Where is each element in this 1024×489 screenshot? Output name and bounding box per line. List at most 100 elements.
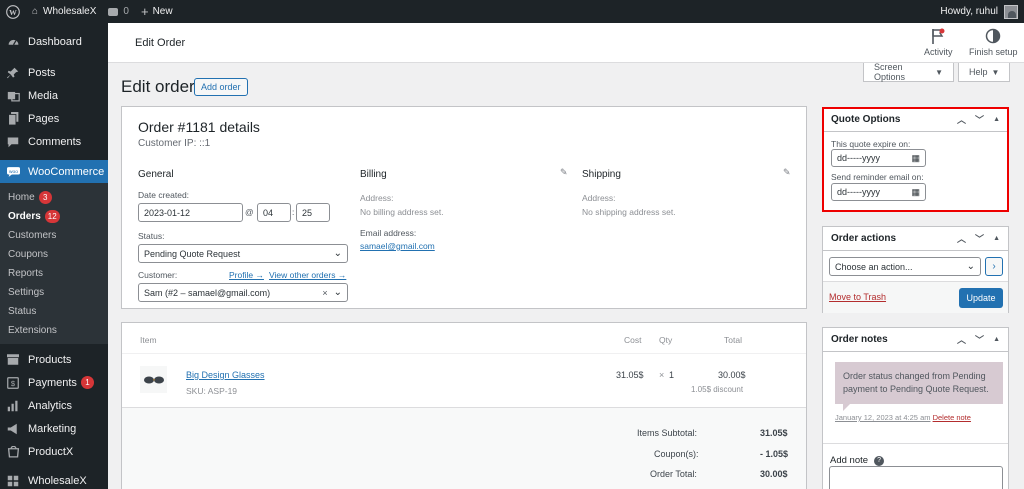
coupons-value: - 1.05$ xyxy=(760,449,789,459)
sidebar-item-label: Marketing xyxy=(28,422,77,435)
order-action-select[interactable]: Choose an action... ⌄ xyxy=(829,257,981,276)
minute-input[interactable]: 25 xyxy=(296,203,330,222)
toggle-panel-icon[interactable]: ▲ xyxy=(993,235,1000,242)
profile-link[interactable]: Profile → xyxy=(229,270,264,280)
calendar-icon[interactable]: ▦ xyxy=(911,153,920,164)
order-note: Order status changed from Pending paymen… xyxy=(835,362,1003,422)
order-total-label: Order Total: xyxy=(650,469,697,479)
admin-bar: W ⌂ WholesaleX 0 + New Howdy, ruhul xyxy=(0,0,1024,23)
media-icon xyxy=(6,89,20,103)
expire-date-input[interactable]: dd-----yyyy ▦ xyxy=(831,149,926,167)
order-items-panel: Item Cost Qty Total Big Design Glasses S… xyxy=(121,322,807,489)
sidebar-subitem-status[interactable]: Status xyxy=(0,302,108,321)
toggle-panel-icon[interactable]: ▲ xyxy=(993,336,1000,343)
items-subtotal-value: 31.05$ xyxy=(760,428,788,438)
site-name-link[interactable]: ⌂ WholesaleX xyxy=(26,0,102,23)
edit-shipping-pencil-icon[interactable]: ✎ xyxy=(783,167,791,178)
chevron-down-icon[interactable]: ﹀ xyxy=(975,232,984,245)
chevron-down-icon[interactable]: ﹀ xyxy=(975,113,984,126)
order-total-value: 30.00$ xyxy=(760,469,788,479)
status-label: Status: xyxy=(138,231,165,241)
sidebar-subitem-extensions[interactable]: Extensions xyxy=(0,321,108,340)
chevron-up-icon[interactable]: ︿ xyxy=(957,333,966,346)
chevron-down-icon[interactable]: ﹀ xyxy=(975,333,984,346)
sidebar-subitem-reports[interactable]: Reports xyxy=(0,264,108,283)
new-content-link[interactable]: + New xyxy=(135,0,179,23)
apply-action-button[interactable]: › xyxy=(985,257,1003,276)
quote-options-title: Quote Options xyxy=(831,114,901,125)
at-separator: @ xyxy=(245,207,254,217)
flag-icon xyxy=(932,28,945,44)
home-icon: ⌂ xyxy=(32,6,39,17)
sidebar-subitem-coupons[interactable]: Coupons xyxy=(0,245,108,264)
status-select[interactable]: Pending Quote Request ⌄ xyxy=(138,244,348,263)
screen-options-button[interactable]: Screen Options ▼ xyxy=(863,62,954,82)
date-created-input[interactable]: 2023-01-12 xyxy=(138,203,243,222)
finish-setup-label: Finish setup xyxy=(969,47,1018,57)
comments-link[interactable]: 0 xyxy=(102,0,135,23)
expire-date-placeholder: dd-----yyyy xyxy=(837,153,880,163)
reminder-date-input[interactable]: dd-----yyyy ▦ xyxy=(831,183,926,201)
status-select-value: Pending Quote Request xyxy=(144,248,241,259)
order-totals: Items Subtotal: 31.05$ Coupon(s): - 1.05… xyxy=(122,407,806,489)
add-order-button[interactable]: Add order xyxy=(194,78,248,96)
sidebar-item-analytics[interactable]: Analytics xyxy=(0,394,108,417)
activity-label: Activity xyxy=(924,47,953,57)
sidebar-item-marketing[interactable]: Marketing xyxy=(0,417,108,440)
sidebar-item-label: Payments xyxy=(28,376,77,389)
sidebar-subitem-settings[interactable]: Settings xyxy=(0,283,108,302)
add-note-label: Add note xyxy=(830,455,869,466)
shipping-address-label: Address: xyxy=(582,193,616,203)
sidebar-subitem-label: Status xyxy=(8,306,37,317)
sidebar-item-posts[interactable]: Posts xyxy=(0,61,108,84)
pages-icon xyxy=(6,112,20,126)
count-badge: 12 xyxy=(44,210,60,223)
view-other-orders-link[interactable]: View other orders → xyxy=(269,270,346,280)
hour-input[interactable]: 04 xyxy=(257,203,291,222)
customer-select[interactable]: Sam (#2 – samael@gmail.com) × ⌄ xyxy=(138,283,348,302)
howdy-user-link[interactable]: Howdy, ruhul xyxy=(940,6,998,17)
sidebar-subitem-customers[interactable]: Customers xyxy=(0,226,108,245)
finish-setup-button[interactable]: Finish setup xyxy=(969,28,1018,57)
activity-button[interactable]: Activity xyxy=(924,28,953,57)
customer-select-value: Sam (#2 – samael@gmail.com) xyxy=(144,287,271,298)
sidebar-subitem-orders[interactable]: Orders 12 xyxy=(0,207,108,226)
toggle-panel-icon[interactable]: ▲ xyxy=(993,116,1000,123)
order-details-panel: Order #1181 details Customer IP: ::1 Gen… xyxy=(121,106,807,309)
order-title: Order #1181 details xyxy=(138,119,260,135)
sidebar-item-dashboard[interactable]: Dashboard xyxy=(0,30,108,53)
sidebar-item-label: Posts xyxy=(28,66,56,79)
chevron-up-icon[interactable]: ︿ xyxy=(957,232,966,245)
sidebar-subitem-home[interactable]: Home 3 xyxy=(0,188,108,207)
sidebar-subitem-label: Orders xyxy=(8,211,41,222)
help-icon[interactable]: ? xyxy=(874,455,885,466)
billing-email-link[interactable]: samael@gmail.com xyxy=(360,241,435,251)
wordpress-logo-icon[interactable]: W xyxy=(0,0,26,23)
sidebar-item-label: Comments xyxy=(28,135,82,148)
caret-down-icon: ▼ xyxy=(935,67,943,77)
sidebar-item-woocommerce[interactable]: woo WooCommerce xyxy=(0,160,108,183)
add-note-textarea[interactable] xyxy=(829,466,1003,489)
chevron-up-icon[interactable]: ︿ xyxy=(957,113,966,126)
sidebar-item-payments[interactable]: $ Payments 1 xyxy=(0,371,108,394)
edit-billing-pencil-icon[interactable]: ✎ xyxy=(560,167,568,178)
move-to-trash-link[interactable]: Move to Trash xyxy=(829,292,886,302)
calendar-icon[interactable]: ▦ xyxy=(911,187,920,198)
pin-icon xyxy=(6,66,20,80)
sidebar-item-productx[interactable]: ProductX xyxy=(0,440,108,463)
sidebar-item-comments[interactable]: Comments xyxy=(0,130,108,153)
clear-icon[interactable]: × xyxy=(322,288,327,298)
update-button[interactable]: Update xyxy=(959,288,1003,308)
sidebar-item-label: Products xyxy=(28,353,72,366)
item-qty: 1 xyxy=(669,370,675,380)
sidebar-item-media[interactable]: Media xyxy=(0,84,108,107)
sidebar-item-products[interactable]: Products xyxy=(0,348,108,371)
item-total: 30.00$ xyxy=(718,370,746,380)
product-name-link[interactable]: Big Design Glasses xyxy=(186,370,265,380)
delete-note-link[interactable]: Delete note xyxy=(933,413,971,422)
sidebar-item-wholesalex[interactable]: WholesaleX xyxy=(0,469,108,489)
avatar[interactable] xyxy=(1004,4,1018,19)
sidebar-item-pages[interactable]: Pages xyxy=(0,107,108,130)
help-button[interactable]: Help ▼ xyxy=(958,63,1010,82)
quote-options-panel: Quote Options ︿ ﹀ ▲ This quote expire on… xyxy=(822,107,1009,212)
